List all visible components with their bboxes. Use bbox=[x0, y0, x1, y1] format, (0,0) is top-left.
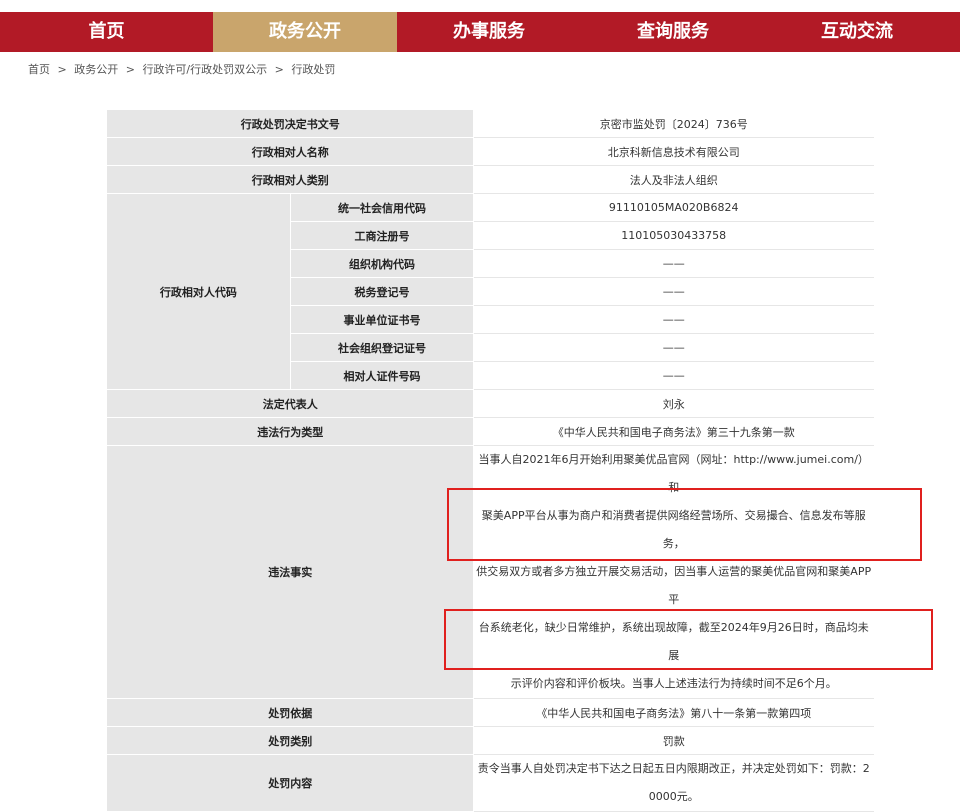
nav-interaction[interactable]: 互动交流 bbox=[765, 12, 949, 52]
nav-home[interactable]: 首页 bbox=[0, 12, 213, 52]
table-row: 法定代表人 刘永 bbox=[105, 389, 874, 418]
facts-line: 供交易双方或者多方独立开展交易活动，因当事人运营的聚美优品官网和聚美APP平 bbox=[476, 565, 872, 606]
table-row: 处罚类别 罚款 bbox=[105, 726, 874, 755]
institution-cert-label: 事业单位证书号 bbox=[289, 305, 475, 334]
legal-rep-value: 刘永 bbox=[473, 389, 874, 418]
legal-rep-label: 法定代表人 bbox=[105, 389, 475, 418]
party-name-value: 北京科新信息技术有限公司 bbox=[473, 137, 874, 166]
facts-line: 示评价内容和评价板块。当事人上述违法行为持续时间不足6个月。 bbox=[510, 677, 837, 690]
org-code-label: 组织机构代码 bbox=[289, 249, 475, 278]
violation-type-label: 违法行为类型 bbox=[105, 417, 475, 446]
breadcrumb-separator: > bbox=[274, 63, 284, 76]
category-label: 处罚类别 bbox=[105, 726, 475, 755]
credit-code-label: 统一社会信用代码 bbox=[289, 193, 475, 222]
breadcrumb-current: 行政处罚 bbox=[291, 63, 336, 76]
party-name-label: 行政相对人名称 bbox=[105, 137, 475, 166]
content-label: 处罚内容 bbox=[105, 754, 475, 812]
main-nav: 首页 政务公开 办事服务 查询服务 互动交流 bbox=[0, 12, 960, 52]
table-row: 行政相对人名称 北京科新信息技术有限公司 bbox=[105, 137, 874, 166]
breadcrumb-home[interactable]: 首页 bbox=[28, 63, 50, 76]
nav-services[interactable]: 办事服务 bbox=[397, 12, 581, 52]
top-banner-strip bbox=[0, 0, 960, 12]
violation-type-value: 《中华人民共和国电子商务法》第三十九条第一款 bbox=[473, 417, 874, 446]
content-value: 责令当事人自处罚决定书下达之日起五日内限期改正，并决定处罚如下：罚款：2 000… bbox=[473, 754, 874, 812]
id-number-label: 相对人证件号码 bbox=[289, 361, 475, 390]
doc-no-value: 京密市监处罚〔2024〕736号 bbox=[473, 109, 874, 138]
business-reg-value: 110105030433758 bbox=[473, 221, 874, 250]
table-row: 违法行为类型 《中华人民共和国电子商务法》第三十九条第一款 bbox=[105, 417, 874, 446]
table-row: 行政相对人类别 法人及非法人组织 bbox=[105, 165, 874, 194]
party-type-label: 行政相对人类别 bbox=[105, 165, 475, 194]
breadcrumb-separator: > bbox=[125, 63, 135, 76]
basis-value: 《中华人民共和国电子商务法》第八十一条第一款第四项 bbox=[473, 698, 874, 727]
table-row: 处罚内容 责令当事人自处罚决定书下达之日起五日内限期改正，并决定处罚如下：罚款：… bbox=[105, 754, 874, 812]
content-line: 责令当事人自处罚决定书下达之日起五日内限期改正，并决定处罚如下：罚款：2 bbox=[477, 762, 870, 775]
facts-highlight-box bbox=[447, 488, 922, 561]
category-value: 罚款 bbox=[473, 726, 874, 755]
tax-reg-label: 税务登记号 bbox=[289, 277, 475, 306]
social-org-value: —— bbox=[473, 333, 874, 362]
table-row: 行政相对人代码 统一社会信用代码 91110105MA020B6824 bbox=[106, 193, 874, 390]
penalty-info-table: 行政处罚决定书文号 京密市监处罚〔2024〕736号 行政相对人名称 北京科新信… bbox=[105, 109, 874, 812]
social-org-label: 社会组织登记证号 bbox=[289, 333, 475, 362]
breadcrumb-separator: > bbox=[57, 63, 67, 76]
facts-label: 违法事实 bbox=[105, 445, 475, 699]
nav-query[interactable]: 查询服务 bbox=[581, 12, 765, 52]
institution-cert-value: —— bbox=[473, 305, 874, 334]
breadcrumb: 首页 > 政务公开 > 行政许可/行政处罚双公示 > 行政处罚 bbox=[28, 61, 339, 77]
content-line: 0000元。 bbox=[648, 790, 699, 803]
breadcrumb-double-publicity[interactable]: 行政许可/行政处罚双公示 bbox=[142, 63, 267, 76]
id-number-value: —— bbox=[473, 361, 874, 390]
tax-reg-value: —— bbox=[473, 277, 874, 306]
org-code-value: —— bbox=[473, 249, 874, 278]
content-highlight-box bbox=[444, 609, 933, 670]
business-reg-label: 工商注册号 bbox=[289, 221, 475, 250]
doc-no-label: 行政处罚决定书文号 bbox=[105, 109, 475, 138]
table-row: 行政处罚决定书文号 京密市监处罚〔2024〕736号 bbox=[105, 109, 874, 138]
party-type-value: 法人及非法人组织 bbox=[473, 165, 874, 194]
table-row: 处罚依据 《中华人民共和国电子商务法》第八十一条第一款第四项 bbox=[105, 698, 874, 727]
party-code-label: 行政相对人代码 bbox=[106, 193, 291, 390]
breadcrumb-gov-affairs[interactable]: 政务公开 bbox=[74, 63, 118, 76]
credit-code-value: 91110105MA020B6824 bbox=[473, 193, 874, 222]
nav-government-affairs[interactable]: 政务公开 bbox=[213, 12, 397, 52]
basis-label: 处罚依据 bbox=[105, 698, 475, 727]
